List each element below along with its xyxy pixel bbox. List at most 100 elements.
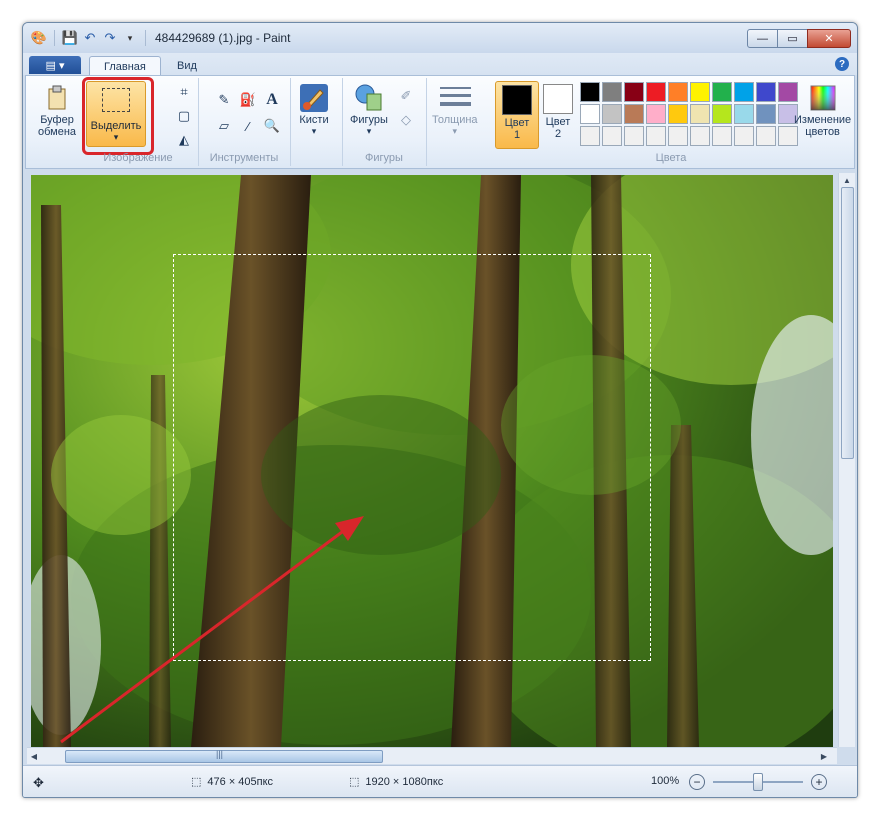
minimize-button[interactable]: — <box>747 29 778 48</box>
color2-button[interactable]: Цвет 2 <box>541 81 575 147</box>
rotate-icon[interactable]: ◭ <box>174 130 194 150</box>
palette-swatch[interactable] <box>624 82 644 102</box>
colors-group: Цвет 1 Цвет 2 Изменение цветов Цвета <box>488 78 854 166</box>
canvas-area[interactable] <box>27 171 837 747</box>
ribbon: Буфер обмена Выделить ▾ ⌗ ▢ ◭ Изображени… <box>25 75 855 169</box>
image-group: Выделить ▾ ⌗ ▢ ◭ Изображение <box>78 77 199 166</box>
shapes-button[interactable]: Фигуры ▾ <box>350 82 388 137</box>
colors-group-label: Цвета <box>655 152 687 164</box>
cursor-position: ✥ <box>33 775 44 791</box>
palette-swatch[interactable] <box>690 82 710 102</box>
palette-swatch[interactable] <box>602 104 622 124</box>
palette-swatch[interactable] <box>668 82 688 102</box>
file-menu-button[interactable]: ▤ ▾ <box>29 56 81 74</box>
selection-size-icon: ⬚ <box>191 776 202 788</box>
resize-icon[interactable]: ▢ <box>174 106 194 126</box>
palette-swatch[interactable] <box>690 126 710 146</box>
tools-group-label: Инструменты <box>209 152 279 164</box>
palette-swatch[interactable] <box>580 104 600 124</box>
palette-swatch[interactable] <box>734 126 754 146</box>
maximize-button[interactable]: ▭ <box>777 29 808 48</box>
brush-icon <box>298 82 330 114</box>
save-icon[interactable]: 💾 <box>62 30 78 46</box>
zoom-slider-thumb[interactable] <box>753 773 763 791</box>
scroll-up-icon[interactable]: ▲ <box>840 173 854 187</box>
red-arrow-annotation <box>60 516 364 744</box>
palette-swatch[interactable] <box>756 104 776 124</box>
magnifier-icon[interactable]: 🔍 <box>262 116 282 136</box>
status-bar: ✥ ⬚ 476 × 405пкс ⬚ 1920 × 1080пкс 100% −… <box>23 765 857 797</box>
color2-label-line2: 2 <box>554 128 562 140</box>
scroll-right-icon[interactable]: ▶ <box>817 749 831 763</box>
thickness-group: Толщина ▾ <box>426 78 488 166</box>
edit-colors-button[interactable]: Изменение цветов <box>794 82 851 138</box>
palette-swatch[interactable] <box>756 126 776 146</box>
shapes-arrow: ▾ <box>366 126 372 136</box>
palette-swatch[interactable] <box>646 126 666 146</box>
color2-swatch <box>543 84 573 114</box>
horizontal-scrollbar[interactable]: ◀ ||| ▶ <box>27 747 837 764</box>
image-size-indicator: ⬚ 1920 × 1080пкс <box>349 775 444 789</box>
palette-swatch[interactable] <box>624 104 644 124</box>
fill-bucket-icon[interactable]: ⛽ <box>238 90 258 110</box>
clipboard-label-line1: Буфер <box>40 114 74 126</box>
window-controls: — ▭ ✕ <box>747 29 851 48</box>
palette-swatch[interactable] <box>734 104 754 124</box>
brushes-label: Кисти <box>299 114 329 126</box>
brushes-button[interactable]: Кисти ▾ <box>298 82 330 137</box>
palette-swatch[interactable] <box>668 104 688 124</box>
scroll-left-icon[interactable]: ◀ <box>27 749 41 763</box>
palette-swatch[interactable] <box>580 126 600 146</box>
palette-swatch[interactable] <box>646 82 666 102</box>
palette-swatch[interactable] <box>624 126 644 146</box>
palette-swatch[interactable] <box>712 82 732 102</box>
pencil-icon[interactable]: ✎ <box>214 90 234 110</box>
tab-home[interactable]: Главная <box>89 56 161 76</box>
image-size-text: 1920 × 1080пкс <box>365 775 444 788</box>
shapes-icon <box>353 82 385 114</box>
undo-icon[interactable]: ↶ <box>82 30 98 46</box>
color1-button[interactable]: Цвет 1 <box>495 81 539 149</box>
horizontal-scroll-thumb[interactable]: ||| <box>65 749 383 763</box>
vertical-scrollbar[interactable]: ▲ <box>838 173 855 747</box>
color-palette <box>580 82 798 146</box>
shapes-group: Фигуры ▾ ✐ ◇ Фигуры <box>342 78 427 166</box>
paint-app-icon[interactable]: 🎨 <box>31 30 47 46</box>
crop-icon[interactable]: ⌗ <box>174 82 194 102</box>
clipboard-button[interactable]: Буфер обмена <box>38 82 76 138</box>
thickness-button[interactable]: Толщина ▾ <box>432 82 478 137</box>
zoom-in-button[interactable]: + <box>811 774 827 790</box>
redo-icon[interactable]: ↷ <box>102 30 118 46</box>
color-picker-icon[interactable]: ⁄ <box>238 116 258 136</box>
select-highlight-annotation <box>82 77 154 155</box>
palette-swatch[interactable] <box>690 104 710 124</box>
color1-label-line1: Цвет <box>504 117 530 129</box>
palette-swatch[interactable] <box>756 82 776 102</box>
brushes-arrow: ▾ <box>311 126 317 136</box>
tools-group: ✎ ⛽ A ▱ ⁄ 🔍 Инструменты <box>198 78 291 166</box>
forest-image[interactable] <box>31 175 833 747</box>
outline-icon[interactable]: ✐ <box>396 86 416 106</box>
palette-swatch[interactable] <box>734 82 754 102</box>
palette-swatch[interactable] <box>646 104 666 124</box>
image-group-label: Изображение <box>103 152 173 164</box>
eraser-icon[interactable]: ▱ <box>214 116 234 136</box>
text-tool-icon[interactable]: A <box>262 90 282 110</box>
close-button[interactable]: ✕ <box>807 29 851 48</box>
paint-window: 🎨 💾 ↶ ↷ ▾ 484429689 (1).jpg - Paint — ▭ … <box>22 22 858 798</box>
color1-swatch <box>502 85 532 115</box>
palette-swatch[interactable] <box>668 126 688 146</box>
vertical-scroll-thumb[interactable] <box>841 187 854 459</box>
palette-swatch[interactable] <box>580 82 600 102</box>
palette-swatch[interactable] <box>602 82 622 102</box>
zoom-out-button[interactable]: − <box>689 774 705 790</box>
palette-swatch[interactable] <box>602 126 622 146</box>
ribbon-tab-row: ▤ ▾ Главная Вид ? <box>23 53 857 76</box>
quick-access-toolbar: 🎨 💾 ↶ ↷ ▾ <box>31 30 149 46</box>
palette-swatch[interactable] <box>712 126 732 146</box>
palette-swatch[interactable] <box>712 104 732 124</box>
fill-icon[interactable]: ◇ <box>396 110 416 130</box>
tab-view[interactable]: Вид <box>163 56 211 75</box>
customize-qat-icon[interactable]: ▾ <box>122 30 138 46</box>
help-icon[interactable]: ? <box>835 57 849 71</box>
